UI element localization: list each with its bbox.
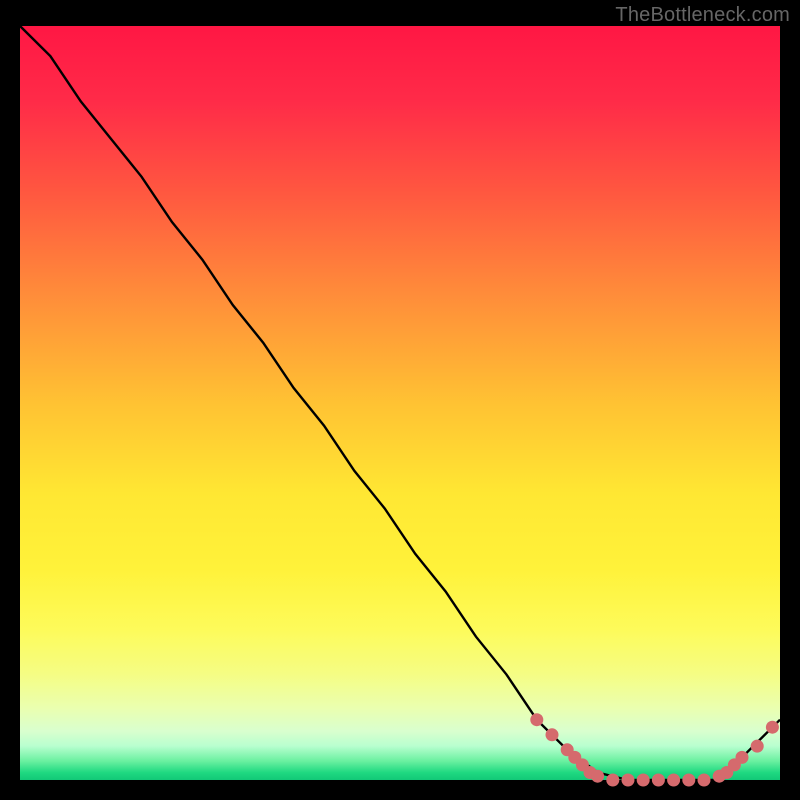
chart-stage: TheBottleneck.com: [0, 0, 800, 800]
marker-dot: [698, 774, 711, 787]
plot-background: [20, 26, 780, 780]
marker-dot: [667, 774, 680, 787]
marker-dot: [591, 770, 604, 783]
marker-dot: [682, 774, 695, 787]
marker-dot: [530, 713, 543, 726]
marker-dot: [606, 774, 619, 787]
marker-dot: [751, 740, 764, 753]
marker-dot: [766, 721, 779, 734]
marker-dot: [622, 774, 635, 787]
marker-dot: [637, 774, 650, 787]
marker-dot: [546, 728, 559, 741]
marker-dot: [652, 774, 665, 787]
watermark-text: TheBottleneck.com: [615, 4, 790, 27]
marker-dot: [736, 751, 749, 764]
chart-canvas: [0, 0, 800, 800]
